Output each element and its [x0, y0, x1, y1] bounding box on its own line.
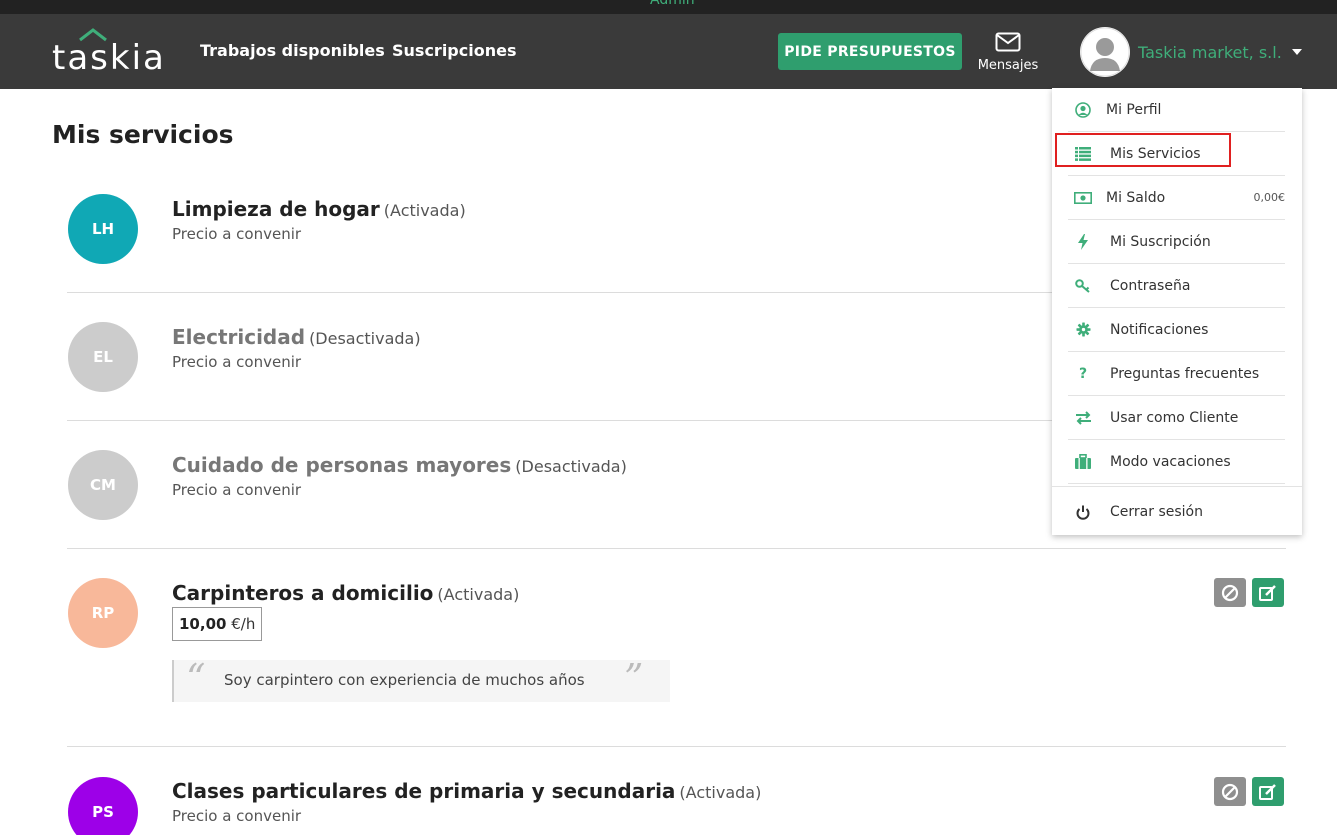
- menu-label: Cerrar sesión: [1110, 504, 1203, 520]
- menu-item-mi-saldo[interactable]: Mi Saldo 0,00€: [1068, 176, 1285, 220]
- top-admin-strip: Admin: [0, 0, 1337, 14]
- user-silhouette-icon: [1080, 27, 1130, 77]
- service-name: Electricidad: [172, 325, 306, 349]
- service-price: Precio a convenir: [172, 225, 302, 243]
- quote-open-icon: “: [186, 656, 206, 700]
- menu-item-cerrar-sesion[interactable]: Cerrar sesión: [1068, 490, 1285, 534]
- key-icon: [1068, 278, 1098, 293]
- price-box: 10,00 €/h: [172, 607, 263, 641]
- service-avatar: RP: [68, 578, 138, 648]
- service-name: Cuidado de personas mayores: [172, 453, 512, 477]
- page-title: Mis servicios: [52, 120, 234, 149]
- service-description: “ Soy carpintero con experiencia de much…: [172, 656, 670, 702]
- gear-icon: [1068, 322, 1098, 337]
- service-title[interactable]: Clases particulares de primaria y secund…: [172, 779, 761, 803]
- admin-label[interactable]: Admin: [650, 0, 695, 8]
- messages-button[interactable]: Mensajes: [975, 32, 1041, 73]
- menu-item-contrasena[interactable]: Contraseña: [1068, 264, 1285, 308]
- menu-item-mis-servicios[interactable]: Mis Servicios: [1068, 132, 1285, 176]
- service-price: Precio a convenir: [172, 807, 302, 825]
- messages-label: Mensajes: [977, 58, 1039, 73]
- list-icon: [1068, 146, 1098, 161]
- menu-item-usar-como-cliente[interactable]: Usar como Cliente: [1068, 396, 1285, 440]
- service-status: (Activada): [679, 783, 762, 802]
- menu-label: Modo vacaciones: [1110, 453, 1231, 470]
- service-avatar: PS: [68, 777, 138, 835]
- description-text: Soy carpintero con experiencia de muchos…: [224, 671, 585, 689]
- ban-icon: [1221, 783, 1239, 800]
- service-price: Precio a convenir: [172, 353, 302, 371]
- ban-icon: [1221, 584, 1239, 601]
- edit-icon: [1259, 584, 1276, 601]
- menu-label: Mi Saldo: [1106, 189, 1166, 206]
- deactivate-button[interactable]: [1214, 777, 1246, 806]
- edit-icon: [1259, 783, 1276, 800]
- caret-down-icon: [1291, 49, 1302, 55]
- user-name: Taskia market, s.l.: [1138, 42, 1282, 62]
- menu-item-preguntas-frecuentes[interactable]: ? Preguntas frecuentes: [1068, 352, 1285, 396]
- balance-amount: 0,00€: [1253, 191, 1286, 204]
- deactivate-button[interactable]: [1214, 578, 1246, 607]
- divider: [67, 548, 1286, 549]
- navbar: taskia Trabajos disponibles Suscripcione…: [0, 14, 1337, 89]
- menu-item-modo-vacaciones[interactable]: Modo vacaciones: [1068, 440, 1285, 484]
- menu-item-mi-suscripcion[interactable]: Mi Suscripción: [1068, 220, 1285, 264]
- price-amount: 10,00: [179, 615, 227, 633]
- edit-button[interactable]: [1252, 578, 1284, 607]
- question-icon: ?: [1078, 365, 1088, 382]
- exchange-icon: [1068, 410, 1098, 425]
- menu-item-notificaciones[interactable]: Notificaciones: [1068, 308, 1285, 352]
- service-name: Carpinteros a domicilio: [172, 581, 434, 605]
- service-status: (Desactivada): [309, 329, 421, 348]
- bolt-icon: [1068, 233, 1098, 250]
- menu-label: Mi Perfil: [1106, 101, 1162, 118]
- service-avatar: CM: [68, 450, 138, 520]
- service-title[interactable]: Limpieza de hogar (Activada): [172, 197, 466, 221]
- suitcase-icon: [1068, 454, 1098, 469]
- menu-label: Contraseña: [1110, 277, 1191, 294]
- money-icon: [1068, 191, 1098, 204]
- logo-text: taskia: [52, 38, 166, 78]
- service-price: Precio a convenir: [172, 481, 302, 499]
- service-title[interactable]: Electricidad (Desactivada): [172, 325, 421, 349]
- service-status: (Desactivada): [515, 457, 627, 476]
- menu-label: Mi Suscripción: [1110, 233, 1211, 250]
- service-status: (Activada): [437, 585, 520, 604]
- avatar: [1080, 27, 1130, 77]
- price-unit: €/h: [231, 615, 256, 633]
- service-avatar: LH: [68, 194, 138, 264]
- service-name: Clases particulares de primaria y secund…: [172, 779, 676, 803]
- menu-label: Preguntas frecuentes: [1110, 365, 1260, 382]
- user-circle-icon: [1068, 101, 1098, 118]
- menu-label: Notificaciones: [1110, 321, 1209, 338]
- service-avatar: EL: [68, 322, 138, 392]
- nav-trabajos-disponibles[interactable]: Trabajos disponibles: [200, 41, 385, 60]
- power-icon: [1068, 505, 1098, 520]
- menu-label: Usar como Cliente: [1110, 409, 1239, 426]
- service-title[interactable]: Carpinteros a domicilio (Activada): [172, 581, 519, 605]
- service-status: (Activada): [383, 201, 466, 220]
- service-name: Limpieza de hogar: [172, 197, 380, 221]
- nav-suscripciones[interactable]: Suscripciones: [392, 41, 516, 60]
- service-title[interactable]: Cuidado de personas mayores (Desactivada): [172, 453, 627, 477]
- pide-presupuestos-button[interactable]: PIDE PRESUPUESTOS: [778, 33, 962, 70]
- menu-label: Mis Servicios: [1110, 145, 1201, 162]
- envelope-icon: [995, 32, 1021, 52]
- divider: [67, 746, 1286, 747]
- user-dropdown-menu: Mi Perfil Mis Servicios Mi Saldo 0,00€ M…: [1052, 88, 1302, 535]
- quote-close-icon: ”: [624, 656, 644, 700]
- edit-button[interactable]: [1252, 777, 1284, 806]
- menu-item-mi-perfil[interactable]: Mi Perfil: [1068, 88, 1285, 132]
- menu-divider: [1052, 486, 1302, 487]
- user-menu-toggle[interactable]: Taskia market, s.l.: [1080, 27, 1302, 77]
